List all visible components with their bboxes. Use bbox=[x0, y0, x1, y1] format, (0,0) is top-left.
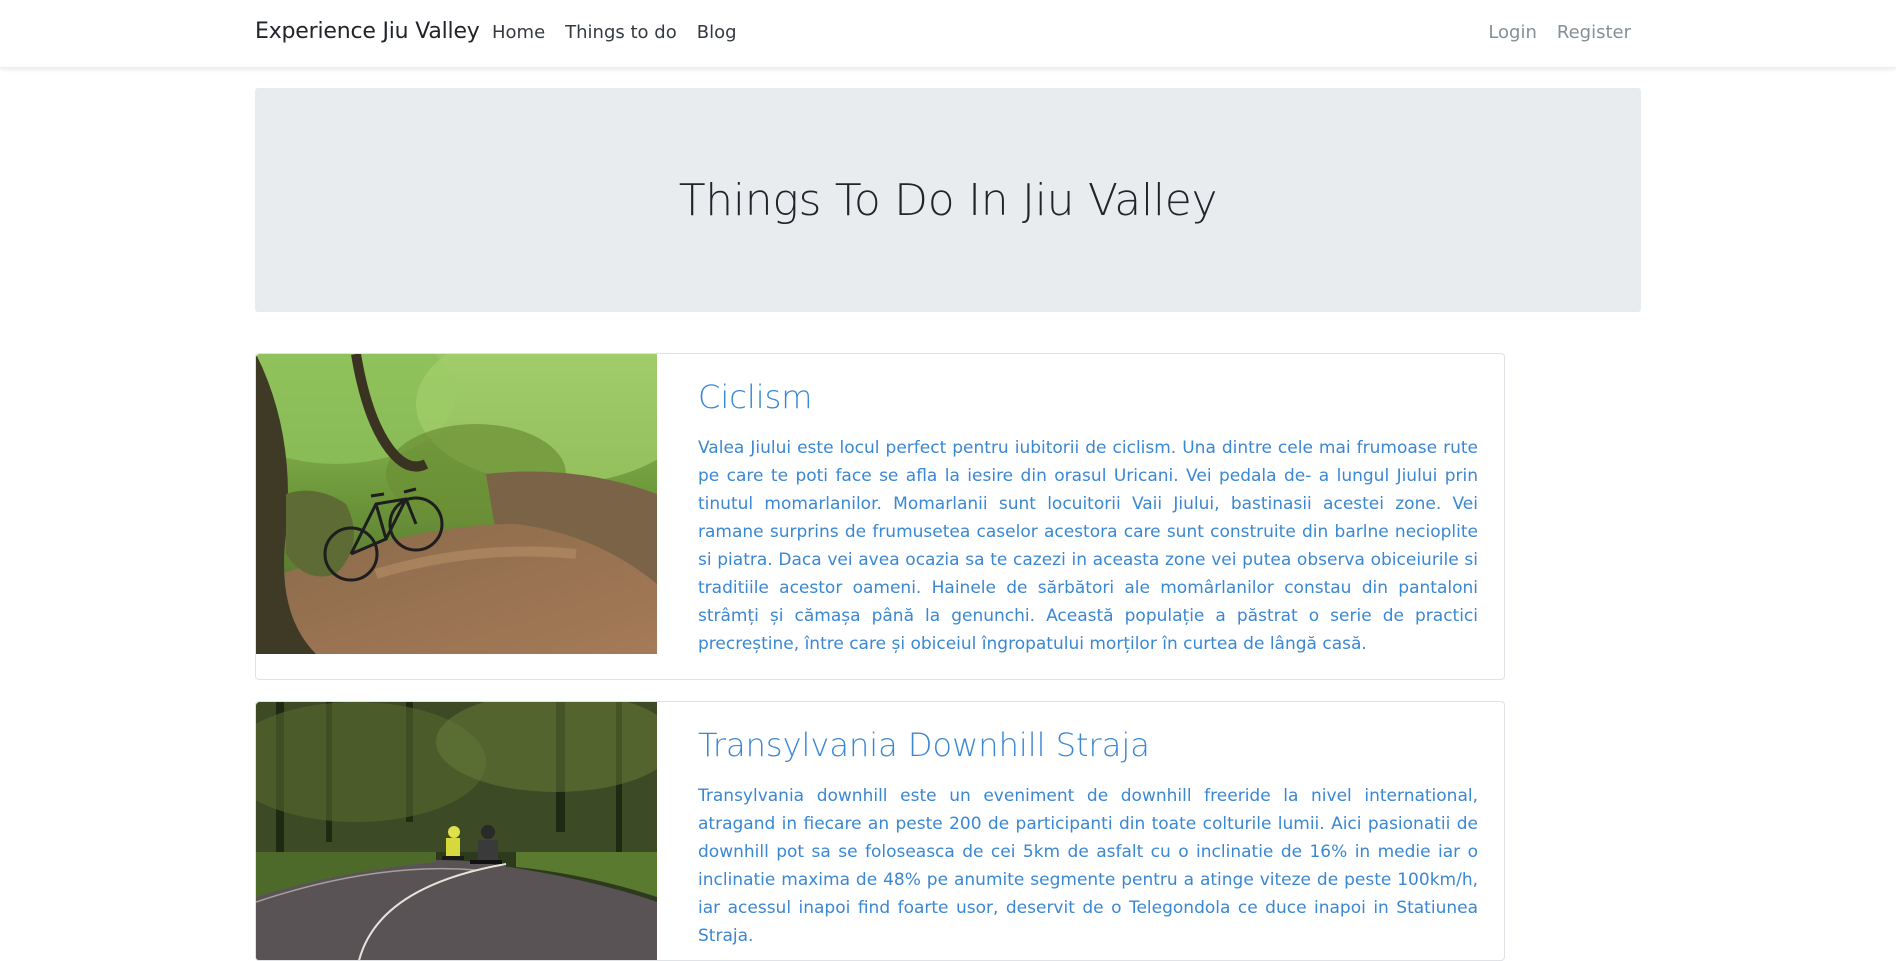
activity-card: Ciclism Valea Jiului este locul perfect … bbox=[255, 353, 1505, 680]
nav-blog[interactable]: Blog bbox=[697, 22, 737, 43]
bicycle-forest-photo bbox=[256, 354, 657, 654]
login-link[interactable]: Login bbox=[1488, 22, 1537, 43]
page-title: Things To Do In Jiu Valley bbox=[678, 174, 1218, 226]
card-body: Transylvania Downhill Straja Transylvani… bbox=[698, 726, 1478, 950]
auth-nav: Login Register bbox=[1488, 22, 1631, 43]
card-title[interactable]: Transylvania Downhill Straja bbox=[698, 726, 1478, 764]
nav-things-to-do[interactable]: Things to do bbox=[565, 22, 677, 43]
navbar: Experience Jiu Valley Home Things to do … bbox=[0, 0, 1896, 68]
downhill-longboard-photo bbox=[256, 702, 657, 960]
card-description: Transylvania downhill este un eveniment … bbox=[698, 786, 1478, 946]
card-title[interactable]: Ciclism bbox=[698, 378, 1478, 416]
register-link[interactable]: Register bbox=[1557, 22, 1631, 43]
activity-card: Transylvania Downhill Straja Transylvani… bbox=[255, 701, 1505, 961]
main-nav: Home Things to do Blog bbox=[492, 22, 737, 43]
card-description: Valea Jiului este locul perfect pentru i… bbox=[698, 438, 1478, 654]
brand-link[interactable]: Experience Jiu Valley bbox=[255, 19, 480, 44]
nav-home[interactable]: Home bbox=[492, 22, 545, 43]
card-body: Ciclism Valea Jiului este locul perfect … bbox=[698, 378, 1478, 658]
hero-banner: Things To Do In Jiu Valley bbox=[255, 88, 1641, 312]
